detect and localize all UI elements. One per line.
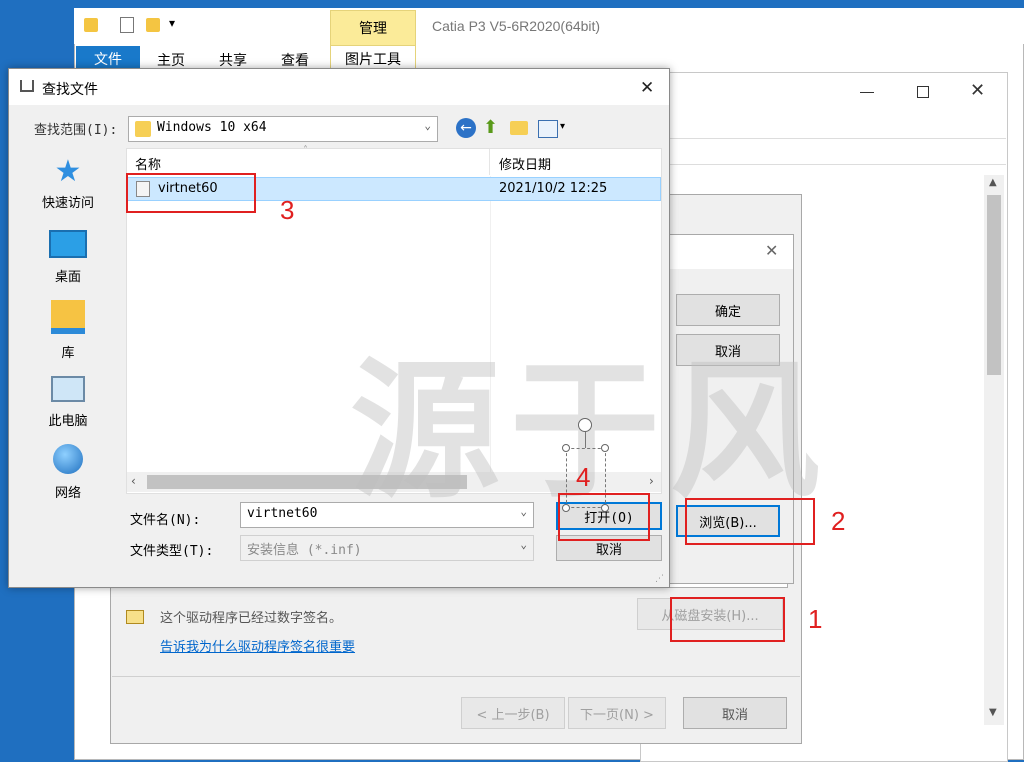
column-header-date[interactable]: 修改日期 bbox=[491, 149, 661, 175]
look-in-combo[interactable]: Windows 10 x64 ⌄ bbox=[128, 116, 438, 142]
places-bar bbox=[14, 148, 124, 582]
file-date: 2021/10/2 12:25 bbox=[499, 181, 608, 196]
window-content-separator bbox=[640, 164, 1006, 165]
close-icon[interactable]: ✕ bbox=[970, 80, 985, 101]
wizard-cancel-button[interactable]: 取消 bbox=[683, 697, 787, 729]
find-file-titlebar bbox=[9, 69, 669, 105]
look-in-value: Windows 10 x64 bbox=[157, 120, 267, 135]
wizard-divider bbox=[112, 676, 800, 677]
rotate-handle-line bbox=[585, 432, 586, 448]
customize-icon[interactable]: ▾ bbox=[169, 16, 175, 30]
ok-button[interactable]: 确定 bbox=[676, 294, 780, 326]
filename-input[interactable]: virtnet60 ⌄ bbox=[240, 502, 534, 528]
sort-ascending-icon: ˄ bbox=[303, 145, 308, 156]
scroll-up-icon[interactable]: ▲ bbox=[989, 177, 997, 188]
next-button[interactable]: 下一页(N) > bbox=[568, 697, 666, 729]
new-folder-icon[interactable] bbox=[510, 121, 528, 135]
resize-handle-icon bbox=[562, 444, 570, 452]
desktop-icon bbox=[49, 230, 87, 258]
scroll-down-icon[interactable]: ▼ bbox=[989, 707, 997, 718]
scroll-left-icon[interactable]: ‹ bbox=[131, 474, 136, 488]
annotation-number-2: 2 bbox=[831, 506, 846, 536]
dialog-close-icon[interactable]: ✕ bbox=[765, 241, 778, 260]
maximize-icon[interactable] bbox=[917, 86, 929, 98]
vertical-scrollbar[interactable]: ▲ ▼ bbox=[984, 175, 1004, 725]
filetype-label: 文件类型(T): bbox=[130, 544, 214, 559]
annotation-box-1 bbox=[670, 597, 785, 642]
computer-icon bbox=[51, 376, 85, 402]
signed-driver-text: 这个驱动程序已经过数字签名。 bbox=[160, 611, 343, 626]
nav-desktop-label: 桌面 bbox=[54, 270, 81, 285]
find-dialog-title: 查找文件 bbox=[42, 82, 98, 98]
filetype-value: 安装信息 (*.inf) bbox=[247, 543, 362, 558]
look-in-label: 查找范围(I): bbox=[34, 123, 118, 138]
minimize-icon[interactable] bbox=[860, 92, 874, 93]
find-dialog-close-icon[interactable]: ✕ bbox=[640, 78, 654, 98]
star-icon: ★ bbox=[54, 154, 82, 189]
column-date-label: 修改日期 bbox=[499, 158, 552, 173]
ribbon-tab-view[interactable]: 查看 bbox=[281, 50, 309, 70]
annotation-box-3 bbox=[126, 173, 256, 213]
nav-network[interactable]: 网络 bbox=[18, 444, 118, 501]
picture-tools-label: 图片工具 bbox=[345, 52, 401, 68]
h-scroll-thumb[interactable] bbox=[147, 475, 467, 489]
column-name-label: 名称 bbox=[135, 158, 162, 173]
window-content-separator bbox=[640, 138, 1006, 139]
chevron-down-icon: ⌄ bbox=[520, 538, 527, 551]
nav-network-label: 网络 bbox=[54, 486, 81, 501]
context-header-label: 管理 bbox=[359, 21, 387, 37]
ribbon-tab-share[interactable]: 共享 bbox=[219, 50, 247, 70]
rotate-handle-icon bbox=[578, 418, 592, 432]
nav-libraries-label: 库 bbox=[61, 346, 75, 361]
nav-libraries[interactable]: 库 bbox=[18, 300, 118, 361]
filename-value: virtnet60 bbox=[247, 506, 318, 521]
annotation-number-3: 3 bbox=[280, 195, 295, 225]
ribbon-tab-home[interactable]: 主页 bbox=[157, 50, 185, 70]
scroll-thumb[interactable] bbox=[987, 195, 1001, 375]
scroll-right-icon[interactable]: › bbox=[649, 474, 654, 488]
library-icon bbox=[51, 300, 85, 334]
folder-icon bbox=[135, 121, 151, 137]
chevron-down-icon: ⌄ bbox=[520, 505, 527, 518]
up-folder-icon[interactable]: ⬆ bbox=[483, 118, 503, 138]
back-button[interactable]: < 上一步(B) bbox=[461, 697, 565, 729]
column-divider bbox=[490, 176, 491, 472]
why-signing-link[interactable]: 告诉我为什么驱动程序签名很重要 bbox=[160, 636, 355, 655]
filetype-select[interactable]: 安装信息 (*.inf) ⌄ bbox=[240, 535, 534, 561]
view-menu-icon[interactable] bbox=[538, 120, 558, 138]
nav-this-pc[interactable]: 此电脑 bbox=[18, 372, 118, 429]
annotation-number-4: 4 bbox=[576, 462, 591, 492]
annotation-box-4 bbox=[558, 493, 650, 541]
filename-label: 文件名(N): bbox=[130, 513, 201, 528]
nav-quick-access-label: 快速访问 bbox=[41, 196, 94, 211]
certificate-icon bbox=[126, 610, 144, 624]
nav-desktop[interactable]: 桌面 bbox=[18, 230, 118, 285]
dialog-cancel-button[interactable]: 取消 bbox=[676, 334, 780, 366]
window-title: Catia P3 V5-6R2020(64bit) bbox=[432, 18, 601, 34]
annotation-box-2 bbox=[685, 498, 815, 545]
resize-handle-icon bbox=[601, 444, 609, 452]
ribbon-tab-file-label: 文件 bbox=[94, 52, 122, 68]
resize-grip-icon[interactable]: ⋰ bbox=[655, 574, 664, 584]
nav-quick-access[interactable]: ★ 快速访问 bbox=[18, 154, 118, 212]
globe-icon bbox=[53, 444, 83, 474]
back-icon[interactable]: ← bbox=[456, 118, 476, 138]
folder-icon[interactable] bbox=[84, 18, 98, 32]
nav-this-pc-label: 此电脑 bbox=[48, 414, 88, 429]
properties-icon[interactable] bbox=[120, 17, 134, 33]
annotation-number-1: 1 bbox=[808, 604, 823, 634]
view-menu-chevron-icon[interactable]: ▾ bbox=[560, 121, 565, 132]
network-adapter-icon bbox=[20, 80, 34, 92]
new-folder-icon[interactable] bbox=[146, 18, 160, 32]
context-tab-header: 管理 bbox=[330, 10, 416, 46]
chevron-down-icon: ⌄ bbox=[424, 119, 431, 132]
column-header-name[interactable]: 名称 ˄ bbox=[127, 145, 490, 175]
